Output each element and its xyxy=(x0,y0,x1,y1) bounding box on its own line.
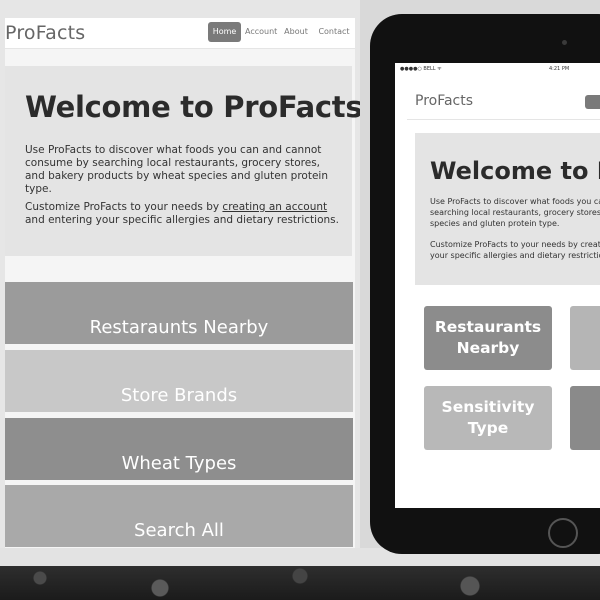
ipad-tile-2[interactable] xyxy=(570,306,600,370)
status-bar: ●●●●○ BELL ᯤ 4:21 PM xyxy=(395,63,600,75)
home-button-icon[interactable] xyxy=(548,518,578,548)
nav-about[interactable]: About xyxy=(282,22,310,42)
nav-home[interactable]: Home xyxy=(208,22,241,42)
ipad-hero-title: Welcome to ProFacts xyxy=(430,157,600,185)
nav-account[interactable]: Account xyxy=(245,22,277,42)
ipad-restaurants-label-line1: Restaurants xyxy=(434,318,542,336)
ipad-hero-panel: Welcome to ProFacts Use ProFacts to disc… xyxy=(415,133,600,285)
restaurants-nearby-label: Restaraunts Nearby xyxy=(89,317,269,338)
ipad-brand-logo[interactable]: ProFacts xyxy=(415,93,473,109)
hero-title: Welcome to ProFacts xyxy=(25,90,360,124)
store-brands-button[interactable]: Store Brands xyxy=(5,350,353,412)
create-account-link[interactable]: creating an account xyxy=(222,201,327,213)
store-brands-label: Store Brands xyxy=(120,385,238,406)
nav-contact[interactable]: Contact xyxy=(317,22,351,42)
search-all-label: Search All xyxy=(134,520,224,541)
search-all-button[interactable]: Search All xyxy=(5,485,353,547)
ipad-restaurants-label-line2: Nearby xyxy=(456,339,520,357)
ipad-restaurants-nearby-button[interactable]: Restaurants Nearby xyxy=(424,306,552,370)
ipad-sensitivity-type-button[interactable]: Sensitivity Type xyxy=(424,386,552,450)
ipad-sensitivity-label-line1: Sensitivity xyxy=(441,398,535,416)
brand-logo[interactable]: ProFacts xyxy=(5,22,85,44)
hero-account-text-before: Customize ProFacts to your needs by xyxy=(25,201,223,213)
restaurants-nearby-button[interactable]: Restaraunts Nearby xyxy=(5,282,353,344)
hero-account-text: Customize ProFacts to your needs by crea… xyxy=(25,201,340,227)
ipad-nav-home[interactable] xyxy=(585,95,600,109)
ipad-screen: ●●●●○ BELL ᯤ 4:21 PM ProFacts Welcome to… xyxy=(395,63,600,508)
background-photo xyxy=(0,566,600,600)
ipad-hero-account-text: Customize ProFacts to your needs by crea… xyxy=(430,240,600,260)
ipad-sensitivity-label-line2: Type xyxy=(467,419,509,437)
hero-account-text-after: and entering your specific allergies and… xyxy=(25,214,339,226)
wheat-types-button[interactable]: Wheat Types xyxy=(5,418,353,480)
ipad-nav-divider xyxy=(407,119,600,120)
hero-description: Use ProFacts to discover what foods you … xyxy=(25,144,329,195)
hero-panel: Welcome to ProFacts Use ProFacts to disc… xyxy=(5,66,360,256)
desktop-mockup: ProFacts Home Account About Contact Welc… xyxy=(0,0,360,548)
carrier-signal: ●●●●○ BELL ᯤ xyxy=(400,66,442,72)
status-time: 4:21 PM xyxy=(549,66,570,72)
navbar: ProFacts Home Account About Contact xyxy=(5,18,355,49)
desktop-page: ProFacts Home Account About Contact Welc… xyxy=(5,18,360,548)
camera-icon xyxy=(562,40,567,45)
ipad-tile-4[interactable] xyxy=(570,386,600,450)
wheat-types-label: Wheat Types xyxy=(121,453,237,474)
ipad-hero-description: Use ProFacts to discover what foods you … xyxy=(430,197,600,228)
